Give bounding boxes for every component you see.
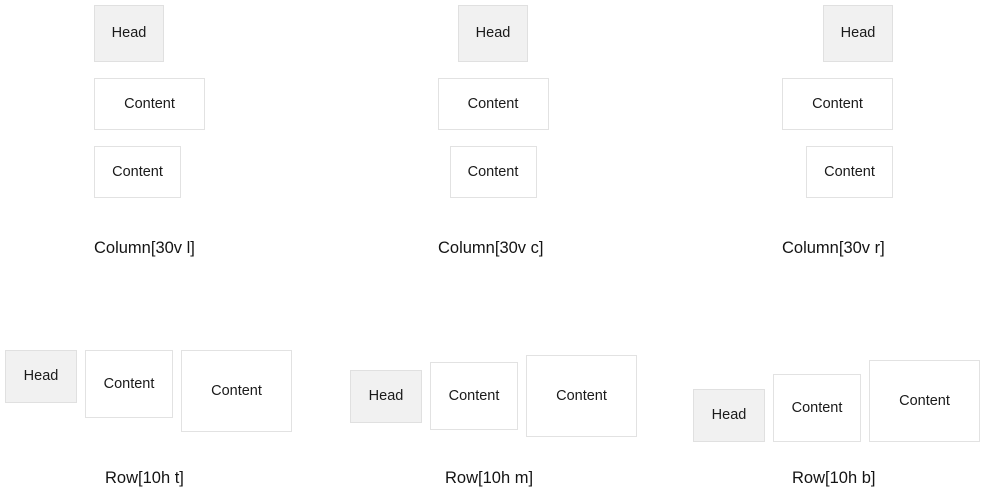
column-group-right: Head Content Content Column[30v r] <box>593 0 893 270</box>
box-label: Content <box>791 399 843 416</box>
box-label: Head <box>111 25 147 42</box>
row-strip-middle: Head Content Content <box>350 350 670 442</box>
box-label: Content <box>556 387 607 404</box>
row-middle-caption: Row[10h m] <box>445 469 534 487</box>
row-middle-content-box-2[interactable]: Content <box>526 355 637 437</box>
column-stack-right: Head Content Content <box>593 5 893 201</box>
row-top-caption: Row[10h t] <box>105 469 184 487</box>
box-label: Head <box>475 25 511 42</box>
box-label: Head <box>711 407 747 424</box>
row-strip-bottom: Head Content Content <box>693 350 988 442</box>
column-right-content-box-1[interactable]: Content <box>782 78 893 130</box>
column-right-head-box[interactable]: Head <box>823 5 893 62</box>
box-label: Head <box>840 25 876 42</box>
column-center-content-box-2[interactable]: Content <box>449 146 537 198</box>
column-center-head-box[interactable]: Head <box>458 5 528 62</box>
box-label: Head <box>23 368 59 385</box>
box-label: Content <box>812 95 863 112</box>
box-label: Content <box>103 375 155 392</box>
column-right-content-box-2[interactable]: Content <box>806 146 893 198</box>
row-bottom-head-box[interactable]: Head <box>693 389 765 442</box>
row-group-middle: Head Content Content Row[10h m] <box>350 350 670 500</box>
row-strip-top: Head Content Content <box>5 350 325 442</box>
box-label: Content <box>448 387 500 404</box>
box-label: Content <box>112 163 163 180</box>
box-label: Content <box>824 163 875 180</box>
layout-demo-canvas: Head Content Content Column[30v l] Head … <box>0 0 988 500</box>
box-label: Content <box>899 392 950 409</box>
column-left-content-box-1[interactable]: Content <box>94 78 205 130</box>
row-middle-head-box[interactable]: Head <box>350 369 422 423</box>
row-bottom-content-box-2[interactable]: Content <box>869 360 980 442</box>
box-label: Content <box>467 163 519 180</box>
row-top-head-box[interactable]: Head <box>5 350 77 403</box>
column-center-content-box-1[interactable]: Content <box>437 78 549 130</box>
column-center-caption: Column[30v c] <box>438 239 544 257</box>
box-label: Content <box>211 382 262 399</box>
row-group-top: Head Content Content Row[10h t] <box>5 350 325 500</box>
row-middle-content-box-1[interactable]: Content <box>430 362 518 430</box>
row-top-content-box-2[interactable]: Content <box>181 350 292 432</box>
row-group-bottom: Head Content Content Row[10h b] <box>693 350 988 500</box>
box-label: Head <box>368 387 404 404</box>
column-left-head-box[interactable]: Head <box>94 5 164 62</box>
box-label: Content <box>124 95 175 112</box>
row-top-content-box-1[interactable]: Content <box>85 350 173 418</box>
box-label: Content <box>467 95 519 112</box>
column-right-caption: Column[30v r] <box>782 239 885 257</box>
row-bottom-content-box-1[interactable]: Content <box>773 374 861 442</box>
column-left-content-box-2[interactable]: Content <box>94 146 181 198</box>
row-bottom-caption: Row[10h b] <box>792 469 876 487</box>
column-left-caption: Column[30v l] <box>94 239 195 257</box>
